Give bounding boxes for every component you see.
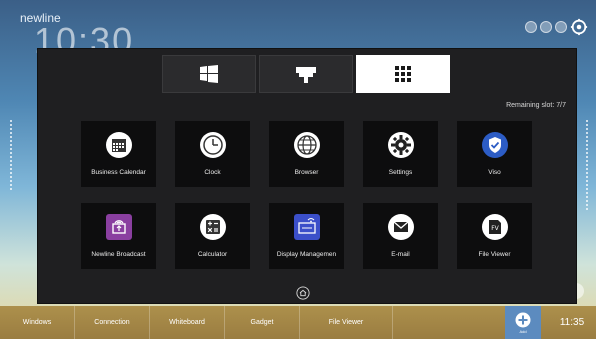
mail-icon — [387, 214, 414, 240]
calendar-icon — [105, 132, 132, 158]
app-label: Calculator — [197, 251, 228, 258]
app-grid-icon — [395, 66, 411, 82]
app-tile-newline-broadcast[interactable]: Newline Broadcast — [81, 203, 156, 269]
app-label: Settings — [388, 169, 413, 176]
remaining-slot-text: Remaining slot: 7/7 — [506, 102, 566, 109]
app-tile-display-management[interactable]: Display Managemen — [269, 203, 344, 269]
app-label: Browser — [294, 169, 319, 176]
tab-connection[interactable] — [259, 55, 353, 93]
app-launcher-panel: Remaining slot: 7/7 Business Calendar Cl… — [37, 48, 577, 304]
gear-icon — [387, 132, 414, 158]
taskbar-item-whiteboard[interactable]: Whiteboard — [150, 306, 225, 339]
app-tile-viso[interactable]: Viso — [457, 121, 532, 187]
windows-logo-icon — [200, 65, 218, 83]
taskbar-item-gadget[interactable]: Gadget — [225, 306, 300, 339]
tab-windows[interactable] — [162, 55, 256, 93]
app-tile-email[interactable]: E-mail — [363, 203, 438, 269]
app-label: Newline Broadcast — [91, 251, 146, 258]
taskbar-item-connection[interactable]: Connection — [75, 306, 150, 339]
hdmi-connector-icon — [296, 67, 316, 83]
clock-icon — [199, 132, 226, 158]
status-dot-3-icon — [555, 21, 567, 33]
status-dot-2-icon — [540, 21, 552, 33]
taskbar-clock: 11:35 — [559, 317, 585, 328]
app-label: Display Managemen — [276, 251, 337, 258]
app-label: File Viewer — [478, 251, 511, 258]
app-tile-calculator[interactable]: Calculator — [175, 203, 250, 269]
taskbar-item-windows[interactable]: Windows — [0, 306, 75, 339]
app-label: Viso — [488, 169, 501, 176]
app-label: E-mail — [391, 251, 410, 258]
app-tile-file-viewer[interactable]: FV File Viewer — [457, 203, 532, 269]
right-side-toolbar-handle[interactable] — [578, 120, 588, 210]
display-management-icon — [293, 214, 320, 240]
app-label: Business Calendar — [91, 169, 146, 176]
launcher-tabs — [162, 55, 450, 93]
app-tile-business-calendar[interactable]: Business Calendar — [81, 121, 156, 187]
app-grid: Business Calendar Clock Browser Settings… — [81, 121, 549, 269]
taskbar-add-button[interactable]: Add — [505, 306, 541, 339]
svg-text:FV: FV — [491, 225, 499, 232]
app-tile-browser[interactable]: Browser — [269, 121, 344, 187]
status-dot-1-icon — [525, 21, 537, 33]
shield-check-icon — [481, 132, 508, 158]
add-label: Add — [519, 328, 527, 334]
app-tile-settings[interactable]: Settings — [363, 121, 438, 187]
top-right-controls — [525, 18, 588, 36]
taskbar-item-file-viewer[interactable]: File Viewer — [300, 306, 393, 339]
desktop-background: newline 10:30 Remaining slot: 7/7 Busine… — [0, 0, 596, 339]
left-side-toolbar-handle[interactable] — [10, 120, 20, 190]
settings-gear-icon[interactable] — [570, 18, 588, 36]
app-label: Clock — [204, 169, 221, 176]
calculator-icon — [199, 214, 226, 240]
globe-icon — [293, 132, 320, 158]
home-icon[interactable] — [296, 286, 310, 300]
broadcast-icon — [105, 214, 132, 240]
app-tile-clock[interactable]: Clock — [175, 121, 250, 187]
tab-apps[interactable] — [356, 55, 450, 93]
plus-circle-icon — [515, 312, 531, 327]
file-viewer-icon: FV — [481, 214, 508, 240]
